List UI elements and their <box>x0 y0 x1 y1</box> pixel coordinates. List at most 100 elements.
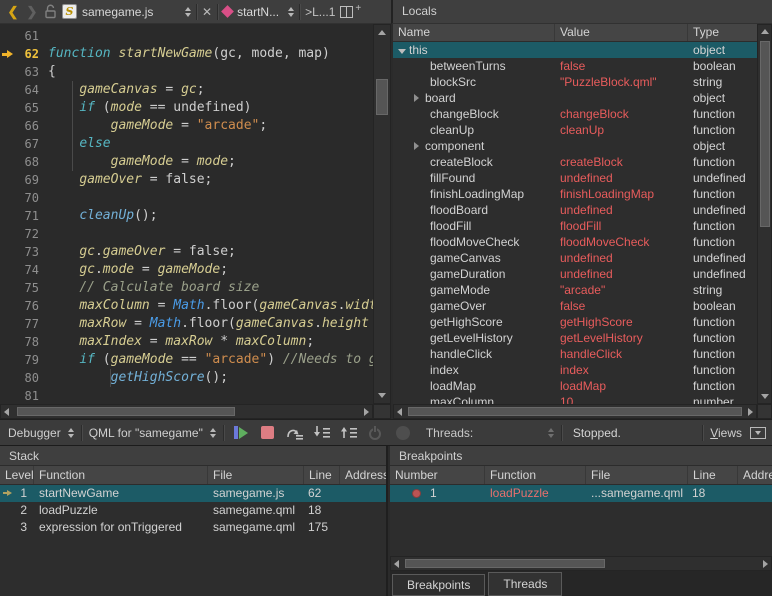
scroll-right-icon[interactable] <box>748 408 753 416</box>
code-line-66[interactable]: gameMode = "arcade"; <box>48 117 373 135</box>
threads-dropdown-icon[interactable] <box>548 428 554 438</box>
locals-row[interactable]: blockSrc"PuzzleBlock.qml"string <box>393 74 757 90</box>
code-line-80[interactable]: getHighScore(); <box>48 369 373 387</box>
code-line-69[interactable]: gameOver = false; <box>48 171 373 189</box>
code-line-63[interactable]: { <box>48 63 373 81</box>
scroll-up-icon[interactable] <box>378 30 386 35</box>
gutter-line-77[interactable]: 77 <box>0 315 48 333</box>
scroll-left-icon[interactable] <box>397 408 402 416</box>
code-line-77[interactable]: maxRow = Math.floor(gameCanvas.height <box>48 315 373 333</box>
gutter-line-74[interactable]: 74 <box>0 261 48 279</box>
stack-row[interactable]: 2loadPuzzlesamegame.qml18 <box>0 502 386 519</box>
gutter-line-64[interactable]: 64 <box>0 81 48 99</box>
code-lines[interactable]: function startNewGame(gc, mode, map){ ga… <box>48 27 373 404</box>
locals-row[interactable]: floodMoveCheckfloodMoveCheckfunction <box>393 234 757 250</box>
breakpoints-horizontal-scrollbar[interactable] <box>390 556 772 571</box>
code-line-64[interactable]: gameCanvas = gc; <box>48 81 373 99</box>
tab-breakpoints[interactable]: Breakpoints <box>392 574 485 596</box>
gutter-line-69[interactable]: 69 <box>0 171 48 189</box>
views-menu-icon[interactable] <box>750 427 766 439</box>
locals-row[interactable]: createBlockcreateBlockfunction <box>393 154 757 170</box>
locals-row[interactable]: gameCanvasundefinedundefined <box>393 250 757 266</box>
scroll-left-icon[interactable] <box>4 408 9 416</box>
gutter-line-66[interactable]: 66 <box>0 117 48 135</box>
gutter-line-79[interactable]: 79 <box>0 351 48 369</box>
record-button[interactable] <box>393 423 413 443</box>
symbol-dropdown-icon[interactable] <box>288 7 294 17</box>
locals-vertical-scrollbar[interactable] <box>757 24 772 404</box>
document-dropdown-icon[interactable] <box>185 7 191 17</box>
locals-row[interactable]: handleClickhandleClickfunction <box>393 346 757 362</box>
restart-button[interactable] <box>366 423 386 443</box>
scroll-left-icon[interactable] <box>394 560 399 568</box>
editor-horizontal-scrollbar[interactable] <box>0 404 373 419</box>
stack-row[interactable]: 1startNewGamesamegame.js62 <box>0 485 386 502</box>
stack-row[interactable]: 3expression for onTriggeredsamegame.qml1… <box>0 519 386 536</box>
locals-row[interactable]: betweenTurnsfalseboolean <box>393 58 757 74</box>
code-line-76[interactable]: maxColumn = Math.floor(gameCanvas.width <box>48 297 373 315</box>
gutter-line-65[interactable]: 65 <box>0 99 48 117</box>
views-button-label[interactable]: Views <box>710 426 742 440</box>
scroll-down-icon[interactable] <box>378 393 386 398</box>
gutter-line-75[interactable]: 75 <box>0 279 48 297</box>
scrollbar-thumb[interactable] <box>405 559 605 568</box>
step-over-button[interactable] <box>285 423 305 443</box>
gutter-line-68[interactable]: 68 <box>0 153 48 171</box>
locals-row[interactable]: getHighScoregetHighScorefunction <box>393 314 757 330</box>
scrollbar-thumb[interactable] <box>760 41 770 227</box>
gutter-line-73[interactable]: 73 <box>0 243 48 261</box>
code-line-78[interactable]: maxIndex = maxRow * maxColumn; <box>48 333 373 351</box>
locals-row[interactable]: floodFillfloodFillfunction <box>393 218 757 234</box>
code-line-62[interactable]: function startNewGame(gc, mode, map) <box>48 45 373 63</box>
locals-horizontal-scrollbar[interactable] <box>393 404 757 419</box>
line-column-indicator[interactable]: >L...1 <box>305 5 335 19</box>
locals-row[interactable]: gameDurationundefinedundefined <box>393 266 757 282</box>
back-icon[interactable]: ❮ <box>6 0 20 24</box>
expander-open-icon[interactable] <box>398 42 409 58</box>
code-line-79[interactable]: if (gameMode == "arcade") //Needs to get <box>48 351 373 369</box>
code-line-75[interactable]: // Calculate board size <box>48 279 373 297</box>
code-editor[interactable]: 6162636465666768697071727374757677787980… <box>0 24 391 419</box>
target-dropdown-icon[interactable] <box>210 428 216 438</box>
locals-row[interactable]: fillFoundundefinedundefined <box>393 170 757 186</box>
gutter-line-72[interactable]: 72 <box>0 225 48 243</box>
locals-row[interactable]: gameOverfalseboolean <box>393 298 757 314</box>
engine-dropdown-icon[interactable] <box>68 428 74 438</box>
debug-target-selector[interactable]: QML for "samegame" <box>89 426 203 440</box>
editor-vertical-scrollbar[interactable] <box>373 24 391 404</box>
locals-row[interactable]: gameMode"arcade"string <box>393 282 757 298</box>
step-out-button[interactable] <box>339 423 359 443</box>
code-line-65[interactable]: if (mode == undefined) <box>48 99 373 117</box>
current-symbol-name[interactable]: startN... <box>237 5 283 19</box>
code-line-74[interactable]: gc.mode = gameMode; <box>48 261 373 279</box>
locals-row[interactable]: indexindexfunction <box>393 362 757 378</box>
scroll-down-icon[interactable] <box>761 394 769 399</box>
code-line-61[interactable] <box>48 27 373 45</box>
gutter-line-62[interactable]: 62 <box>0 45 48 63</box>
gutter-line-80[interactable]: 80 <box>0 369 48 387</box>
editor-gutter[interactable]: 6162636465666768697071727374757677787980… <box>0 27 48 404</box>
locals-row[interactable]: getLevelHistorygetLevelHistoryfunction <box>393 330 757 346</box>
scrollbar-thumb[interactable] <box>408 407 742 416</box>
open-document-name[interactable]: samegame.js <box>82 5 180 19</box>
locals-row[interactable]: finishLoadingMapfinishLoadingMapfunction <box>393 186 757 202</box>
expander-closed-icon[interactable] <box>414 138 425 154</box>
scroll-right-icon[interactable] <box>364 408 369 416</box>
continue-button[interactable] <box>231 423 251 443</box>
locals-row[interactable]: thisobject <box>393 42 757 58</box>
gutter-line-81[interactable]: 81 <box>0 387 48 404</box>
gutter-line-61[interactable]: 61 <box>0 27 48 45</box>
scroll-up-icon[interactable] <box>761 29 769 34</box>
step-into-button[interactable] <box>312 423 332 443</box>
scroll-right-icon[interactable] <box>763 560 768 568</box>
locals-row[interactable]: componentobject <box>393 138 757 154</box>
split-editor-icon[interactable] <box>340 6 353 18</box>
gutter-line-71[interactable]: 71 <box>0 207 48 225</box>
locals-row[interactable]: maxColumn10number <box>393 394 757 404</box>
code-line-81[interactable] <box>48 387 373 404</box>
locals-row[interactable]: changeBlockchangeBlockfunction <box>393 106 757 122</box>
code-line-71[interactable]: cleanUp(); <box>48 207 373 225</box>
scrollbar-thumb[interactable] <box>376 79 388 115</box>
tab-threads[interactable]: Threads <box>488 572 562 596</box>
code-line-70[interactable] <box>48 189 373 207</box>
